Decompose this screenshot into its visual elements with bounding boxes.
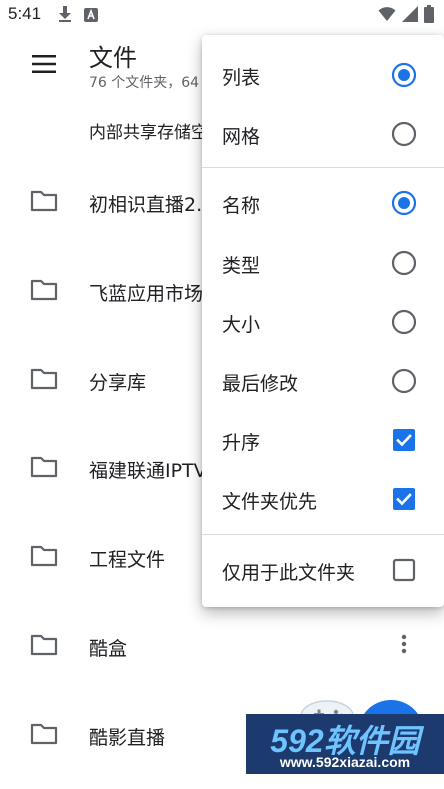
page-title: 文件 bbox=[89, 44, 137, 72]
checkbox-unchecked-icon[interactable] bbox=[391, 557, 417, 583]
download-icon bbox=[58, 6, 72, 26]
menu-item-label: 名称 bbox=[222, 195, 261, 217]
radio-unselected-icon[interactable] bbox=[391, 309, 417, 335]
watermark-banner: 592软件园 www.592xiazai.com bbox=[246, 714, 444, 774]
more-options-button[interactable] bbox=[388, 630, 420, 662]
file-name: 酷盒 bbox=[89, 638, 128, 660]
menu-item-label: 升序 bbox=[222, 432, 261, 454]
menu-item-label: 列表 bbox=[222, 67, 261, 89]
menu-item-sort-size[interactable]: 大小 bbox=[202, 294, 444, 350]
menu-divider bbox=[202, 167, 444, 168]
status-time: 5:41 bbox=[8, 4, 42, 23]
checkbox-checked-icon[interactable] bbox=[391, 486, 417, 512]
radio-selected-icon[interactable] bbox=[391, 62, 417, 88]
folder-icon bbox=[30, 279, 58, 305]
hamburger-icon bbox=[32, 55, 56, 77]
menu-divider bbox=[202, 534, 444, 535]
folder-icon bbox=[30, 368, 58, 394]
menu-item-list[interactable]: 列表 bbox=[202, 47, 444, 103]
checkbox-checked-icon[interactable] bbox=[391, 427, 417, 453]
menu-item-label: 最后修改 bbox=[222, 373, 299, 395]
menu-item-ascending[interactable]: 升序 bbox=[202, 412, 444, 468]
folder-icon bbox=[30, 634, 58, 660]
folder-icon bbox=[30, 190, 58, 216]
menu-item-this-folder-only[interactable]: 仅用于此文件夹 bbox=[202, 542, 444, 598]
signal-icon bbox=[402, 6, 418, 26]
menu-item-label: 网格 bbox=[222, 126, 261, 148]
file-name: 酷影直播 bbox=[89, 727, 166, 749]
radio-unselected-icon[interactable] bbox=[391, 368, 417, 394]
menu-item-grid[interactable]: 网格 bbox=[202, 106, 444, 162]
folder-icon bbox=[30, 545, 58, 571]
list-item[interactable]: 酷盒 bbox=[0, 616, 444, 676]
watermark-url: www.592xiazai.com bbox=[279, 754, 411, 770]
file-name: 福建联通IPTV bbox=[89, 460, 207, 482]
page-subtitle: 76 个文件夹，64 bbox=[89, 75, 200, 91]
file-name: 分享库 bbox=[89, 372, 147, 394]
menu-item-label: 文件夹优先 bbox=[222, 491, 318, 513]
folder-icon bbox=[30, 723, 58, 749]
hamburger-menu-button[interactable] bbox=[24, 46, 64, 86]
status-bar: 5:41 bbox=[0, 0, 444, 30]
menu-item-sort-type[interactable]: 类型 bbox=[202, 235, 444, 291]
view-sort-menu: 列表 网格 名称 类型 大小 最后修改 升序 文件夹优先 仅用于此文件夹 bbox=[202, 35, 444, 607]
menu-item-label: 仅用于此文件夹 bbox=[222, 562, 356, 584]
radio-unselected-icon[interactable] bbox=[391, 121, 417, 147]
battery-icon bbox=[424, 5, 434, 27]
status-system-icons bbox=[378, 5, 434, 27]
menu-item-label: 类型 bbox=[222, 255, 261, 277]
menu-item-sort-name[interactable]: 名称 bbox=[202, 175, 444, 231]
file-name: 工程文件 bbox=[89, 549, 166, 571]
menu-item-folders-first[interactable]: 文件夹优先 bbox=[202, 471, 444, 527]
storage-breadcrumb[interactable]: 内部共享存储空 bbox=[89, 118, 208, 143]
radio-unselected-icon[interactable] bbox=[391, 250, 417, 276]
file-name: 飞蓝应用市场 bbox=[89, 283, 204, 305]
font-a-icon bbox=[84, 7, 98, 26]
more-vert-icon bbox=[401, 634, 407, 658]
menu-item-label: 大小 bbox=[222, 314, 261, 336]
radio-selected-icon[interactable] bbox=[391, 190, 417, 216]
menu-item-sort-modified[interactable]: 最后修改 bbox=[202, 353, 444, 409]
wifi-icon bbox=[378, 6, 396, 26]
folder-icon bbox=[30, 456, 58, 482]
file-name: 初相识直播2. bbox=[89, 194, 203, 216]
status-notification-icons bbox=[58, 6, 98, 26]
